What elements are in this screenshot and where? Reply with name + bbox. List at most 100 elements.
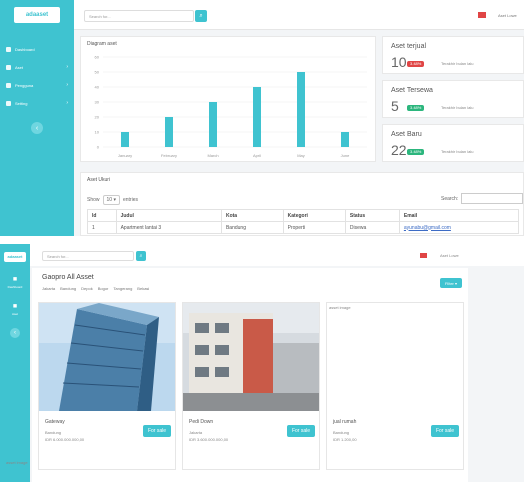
chevron-right-icon: › (66, 82, 68, 88)
listing-price: IDR 6.000.000.000,00 (45, 437, 85, 442)
entries-select[interactable]: 10 ▾ (102, 195, 120, 205)
sidebar-item-label: Dashboard (15, 46, 35, 52)
stat-value: 22 (391, 142, 407, 158)
users-icon (6, 82, 11, 88)
stat-value: 5 (391, 98, 399, 114)
x-tick-label: May (297, 153, 305, 158)
city-link[interactable]: Depok (81, 286, 93, 291)
gear-icon (6, 100, 11, 106)
entries-control: Show 10 ▾ entries (87, 195, 138, 205)
city-link[interactable]: Jakarta (42, 286, 55, 291)
sidebar-item-aset[interactable]: Aset › (0, 58, 74, 76)
sidebar-collapse-button[interactable]: ‹ (31, 122, 43, 134)
for-sale-button[interactable]: For sale (431, 425, 459, 437)
column-header[interactable]: Kategori (282, 209, 346, 222)
city-link[interactable]: Bogor (98, 286, 109, 291)
city-link[interactable]: Bekasi (137, 286, 149, 291)
listing-name: Gateway (45, 419, 65, 425)
entries-value: 10 (106, 197, 113, 203)
chevron-down-icon: ▾ (113, 197, 116, 203)
search-button[interactable]: ⌕ (195, 10, 207, 22)
x-tick-label: March (207, 153, 218, 158)
email-link[interactable]: ayunabu@gmail.com (404, 225, 451, 231)
sidebar-item-pengguna[interactable]: Pengguna › (0, 76, 74, 94)
sidebar-item-label: Dashboard (7, 285, 23, 289)
assets-table: Id Judul Kota Kategori Status Email 1 Ap… (87, 209, 520, 234)
topbar: Search for... ⌕ Aset Lowe (74, 0, 524, 30)
table-row: 1 Apartment lantai 3 Bandung Properti Di… (87, 221, 520, 234)
column-header[interactable]: Email (398, 209, 520, 222)
table-card: Aset Ukuri Show 10 ▾ entries Search: Id … (80, 172, 524, 236)
sidebar-item-label: Setting (15, 100, 28, 106)
table-cell: Properti (282, 221, 346, 234)
broken-image-alt: asset image (329, 305, 351, 310)
chart-bar[interactable] (253, 87, 261, 147)
chart-bar[interactable] (121, 132, 129, 147)
sidebar-item-dashboard[interactable]: ■ Dashboard (0, 276, 30, 289)
table-header-row: Id Judul Kota Kategori Status Email (87, 209, 520, 222)
logo[interactable]: adaaset (0, 0, 74, 30)
listing-card[interactable]: Gateway Bandung IDR 6.000.000.000,00 For… (38, 302, 176, 470)
sidebar-item-aset[interactable]: ■ Aset (0, 303, 30, 316)
table-cell: Disewa (344, 221, 400, 234)
stat-title: Aset terjual (391, 43, 427, 50)
sidebar: adaaset Dashboard Aset › Pengguna › Sett… (0, 0, 74, 236)
listing-name: jual rumah (333, 419, 357, 425)
sidebar-item-setting[interactable]: Setting › (0, 94, 74, 112)
table-search-input[interactable] (461, 193, 523, 204)
column-header[interactable]: Kota (220, 209, 284, 222)
city-link[interactable]: Tangerang (113, 286, 132, 291)
search-button[interactable]: ⌕ (136, 251, 146, 261)
column-header[interactable]: Status (344, 209, 400, 222)
stat-note: Terakhir bulan lalu (441, 105, 474, 110)
asset-list-panel: Gaopro All Asset Jakarta Bandung Depok B… (32, 268, 468, 482)
sidebar-item-dashboard[interactable]: Dashboard (0, 40, 74, 58)
user-name[interactable]: Aset Lowe (498, 13, 517, 18)
search-input[interactable]: Search for... (84, 10, 194, 22)
x-tick-label: April (253, 153, 261, 158)
stat-title: Aset Baru (391, 131, 422, 138)
column-header[interactable]: Judul (115, 209, 222, 222)
table-card-title: Aset Ukuri (87, 177, 111, 183)
chart-bar[interactable] (165, 117, 173, 147)
bar-chart: 0 10 20 30 40 50 60 January February March April Ma… (95, 55, 367, 158)
listing-photo (183, 303, 319, 411)
chevron-right-icon: › (66, 64, 68, 70)
stat-card-rented: Aset Tersewa 5 3.48% Terakhir bulan lalu (382, 80, 524, 118)
stat-note: Terakhir bulan lalu (441, 149, 474, 154)
listing-card-partial[interactable]: asset image (6, 460, 144, 480)
page-title: Gaopro All Asset (42, 274, 94, 281)
stat-badge: 3.48% (407, 149, 425, 155)
logo-text: adaaset (14, 7, 60, 23)
flag-icon[interactable] (420, 253, 427, 258)
column-header[interactable]: Id (87, 209, 117, 222)
listing-card[interactable]: Pedi Down Jakarta IDR 3.600.000.000,00 F… (182, 302, 320, 470)
listing-price: IDR 3.600.000.000,00 (189, 437, 229, 442)
filter-button[interactable]: Filter ▾ (440, 278, 462, 288)
flag-icon[interactable] (478, 12, 486, 18)
for-sale-button[interactable]: For sale (287, 425, 315, 437)
chevron-right-icon: › (66, 100, 68, 106)
search-input[interactable]: Search for... (42, 251, 134, 261)
for-sale-button[interactable]: For sale (143, 425, 171, 437)
dashboard-screenshot: adaaset Dashboard Aset › Pengguna › Sett… (0, 0, 524, 236)
dashboard-icon (6, 46, 11, 52)
chart-bar[interactable] (297, 72, 305, 147)
topbar: Search for... ⌕ Aset Lowe (30, 244, 524, 266)
y-tick-label: 10 (95, 130, 100, 135)
logo[interactable]: adaaset (4, 252, 26, 262)
chart-bar[interactable] (341, 132, 349, 147)
y-tick-label: 30 (95, 100, 100, 105)
sidebar-collapse-button[interactable]: ‹ (10, 328, 20, 338)
city-link[interactable]: Bandung (60, 286, 76, 291)
sidebar-item-label: Aset (15, 64, 24, 70)
sidebar-nav: Dashboard Aset › Pengguna › Setting › (0, 40, 74, 112)
user-name[interactable]: Aset Lowe (440, 253, 459, 258)
stat-badge: 3.48% (407, 105, 425, 111)
sidebar: adaaset ■ Dashboard ■ Aset ‹ (0, 244, 30, 482)
listing-card[interactable]: asset image jual rumah Bandung IDR 1.200… (326, 302, 464, 470)
chart-bar[interactable] (209, 102, 217, 147)
chart-card: Diagram aset 0 10 20 30 40 50 60 January Februar… (80, 36, 376, 162)
table-cell: 1 (87, 221, 117, 234)
home-icon: ■ (12, 276, 18, 283)
